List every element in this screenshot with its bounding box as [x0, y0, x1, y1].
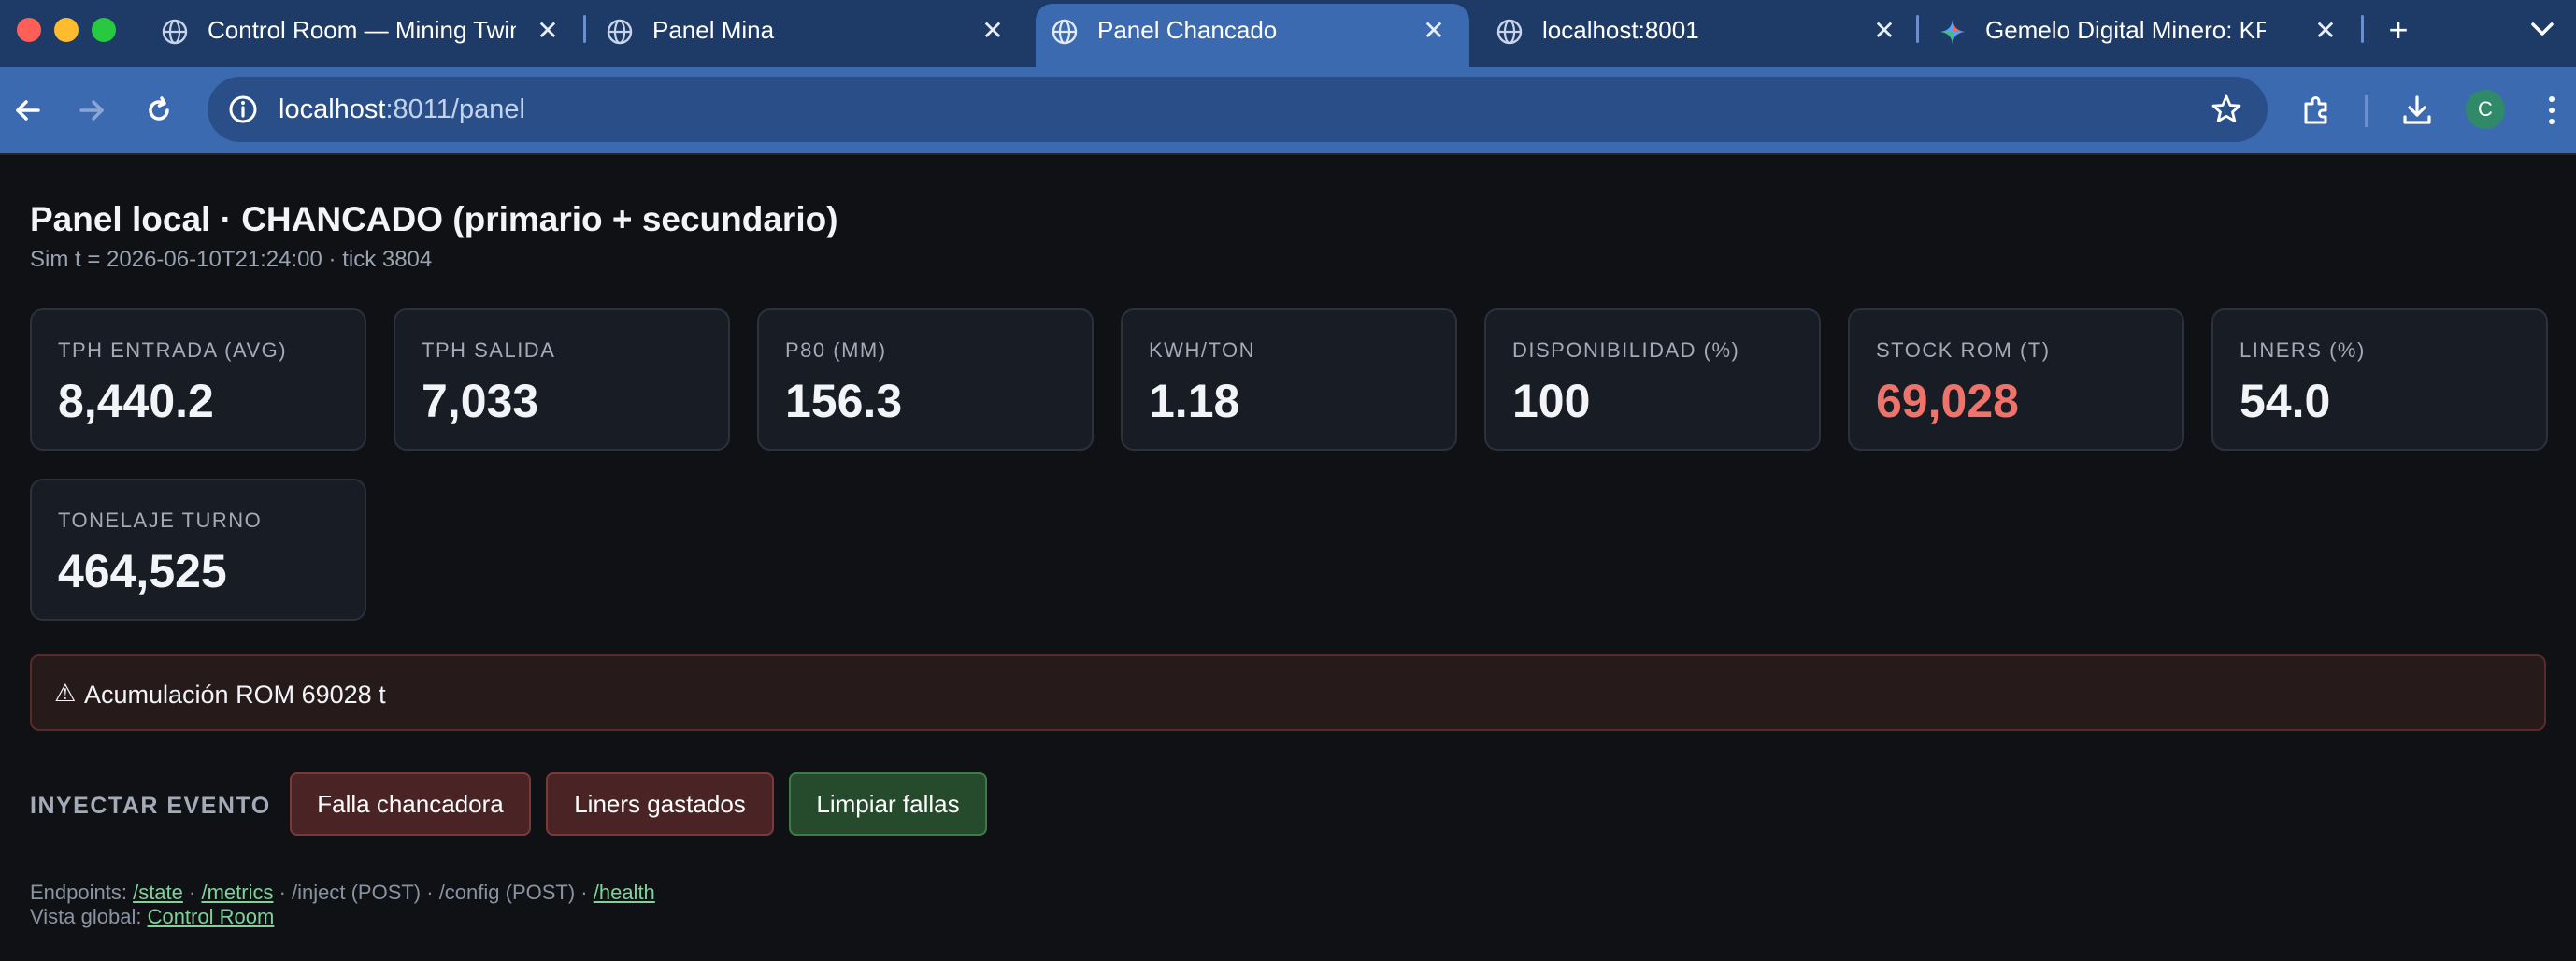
tab-search-chevron-icon[interactable]: [2524, 13, 2561, 47]
control-room-link[interactable]: Control Room: [148, 905, 275, 928]
tab-label: Gemelo Digital Minero: KPI y D: [1985, 16, 2266, 44]
puzzle-piece-icon: [2304, 96, 2327, 124]
tab-close-icon[interactable]: ✕: [976, 13, 1009, 47]
kpi-value: 100: [1512, 375, 1591, 427]
kpi-card-stock-rom: STOCK ROM (T) 69,028: [1848, 308, 2184, 451]
tab-close-icon[interactable]: ✕: [1868, 13, 1901, 47]
reload-button[interactable]: [136, 88, 181, 133]
window-minimize-dot[interactable]: [54, 18, 79, 42]
health-link[interactable]: /health: [594, 881, 655, 904]
tab-localhost-8001[interactable]: localhost:8001 ✕: [1496, 0, 1907, 60]
state-link[interactable]: /state: [133, 881, 183, 904]
kpi-card-liners: LINERS (%) 54.0: [2211, 308, 2548, 451]
endpoints-middle: · /inject (POST) · /config (POST) ·: [273, 881, 594, 904]
kpi-value: 8,440.2: [58, 375, 214, 427]
kpi-label: TONELAJE TURNO: [58, 509, 263, 532]
metrics-link[interactable]: /metrics: [201, 881, 273, 904]
kpi-card-disponibilidad: DISPONIBILIDAD (%) 100: [1484, 308, 1821, 451]
endpoints-prefix: Endpoints:: [30, 881, 134, 904]
tab-panel-chancado[interactable]: Panel Chancado ✕: [1051, 0, 1462, 60]
tab-separator: [1916, 15, 1919, 43]
kpi-card-kwh-ton: KWH/TON 1.18: [1121, 308, 1457, 451]
kpi-card-p80: P80 (MM) 156.3: [757, 308, 1094, 451]
extensions-button[interactable]: [2294, 88, 2339, 133]
tab-separator: [2361, 15, 2364, 43]
kpi-label: DISPONIBILIDAD (%): [1512, 338, 1740, 362]
address-url: localhost:8011/panel: [279, 94, 525, 125]
kpi-label: LINERS (%): [2240, 338, 2366, 362]
browser-menu-button[interactable]: [2529, 88, 2574, 133]
kebab-menu-icon: [2549, 96, 2555, 124]
warning-icon: ⚠: [54, 679, 77, 707]
kpi-label: P80 (MM): [785, 338, 887, 362]
kpi-value: 1.18: [1149, 375, 1240, 427]
address-bar[interactable]: localhost:8011/panel: [208, 77, 2268, 142]
kpi-value: 7,033: [422, 375, 539, 427]
sim-time-subtitle: Sim t = 2026-06-10T21:24:00 · tick 3804: [30, 247, 433, 272]
panel-page: Panel local · CHANCADO (primario + secun…: [0, 155, 2576, 961]
profile-avatar[interactable]: C: [2466, 90, 2505, 129]
tab-panel-mina[interactable]: Panel Mina ✕: [606, 0, 1017, 60]
kpi-card-tph-salida: TPH SALIDA 7,033: [394, 308, 730, 451]
bookmark-star-icon[interactable]: [2210, 93, 2243, 126]
tab-strip: Control Room — Mining Twin ✕ Panel Mina …: [0, 0, 2576, 69]
kpi-card-tph-entrada: TPH ENTRADA (AVG) 8,440.2: [30, 308, 366, 451]
forward-button[interactable]: [69, 88, 114, 133]
kpi-value: 464,525: [58, 545, 227, 597]
vista-global-line: Vista global: Control Room: [30, 905, 274, 929]
falla-chancadora-button[interactable]: Falla chancadora: [290, 772, 531, 836]
liners-gastados-button[interactable]: Liners gastados: [546, 772, 774, 836]
tab-label: localhost:8001: [1542, 16, 1699, 44]
tab-close-icon[interactable]: ✕: [531, 13, 565, 47]
downloads-button[interactable]: [2395, 88, 2440, 133]
toolbar-divider: [2365, 95, 2368, 127]
kpi-value: 54.0: [2240, 375, 2331, 427]
browser-toolbar: localhost:8011/panel C: [0, 67, 2576, 153]
globe-icon: [1496, 19, 1523, 45]
tab-label: Panel Mina: [652, 16, 775, 44]
tab-gemelo-digital[interactable]: Gemelo Digital Minero: KPI y D ✕: [1939, 0, 2350, 60]
tab-close-icon[interactable]: ✕: [1417, 13, 1451, 47]
window-close-dot[interactable]: [17, 18, 41, 42]
kpi-card-tonelaje-turno: TONELAJE TURNO 464,525: [30, 479, 366, 621]
tab-label: Control Room — Mining Twin: [208, 16, 516, 44]
tab-close-icon[interactable]: ✕: [2309, 13, 2342, 47]
site-info-icon[interactable]: [226, 93, 260, 126]
kpi-label: TPH SALIDA: [422, 338, 556, 362]
url-path: :8011/panel: [385, 94, 525, 124]
page-title: Panel local · CHANCADO (primario + secun…: [30, 200, 838, 238]
back-button[interactable]: [6, 88, 50, 133]
tab-label: Panel Chancado: [1097, 16, 1278, 44]
limpiar-fallas-button[interactable]: Limpiar fallas: [789, 772, 987, 836]
alert-text: Acumulación ROM 69028 t: [84, 681, 386, 709]
kpi-label: TPH ENTRADA (AVG): [58, 338, 288, 362]
separator: ·: [182, 881, 202, 904]
inject-event-label: INYECTAR EVENTO: [30, 793, 271, 819]
arrow-left-icon: [16, 100, 40, 121]
kpi-value-alert: 69,028: [1876, 375, 2019, 427]
kpi-label: STOCK ROM (T): [1876, 338, 2051, 362]
window-zoom-dot[interactable]: [92, 18, 116, 42]
globe-icon: [607, 19, 633, 45]
globe-icon: [1052, 19, 1078, 45]
reload-icon: [149, 96, 169, 121]
vista-prefix: Vista global:: [30, 905, 148, 928]
arrow-right-icon: [79, 100, 104, 121]
url-host: localhost: [279, 94, 386, 124]
globe-icon: [162, 19, 188, 45]
alert-banner: ⚠ Acumulación ROM 69028 t: [30, 654, 2546, 731]
tab-control-room[interactable]: Control Room — Mining Twin ✕: [161, 0, 572, 60]
new-tab-button[interactable]: +: [2380, 10, 2417, 49]
tab-separator: [583, 15, 586, 43]
download-icon: [2403, 95, 2431, 124]
endpoints-line: Endpoints: /state · /metrics · /inject (…: [30, 881, 655, 905]
gemini-spark-icon: [1940, 20, 1965, 44]
kpi-value: 156.3: [785, 375, 903, 427]
kpi-label: KWH/TON: [1149, 338, 1255, 362]
